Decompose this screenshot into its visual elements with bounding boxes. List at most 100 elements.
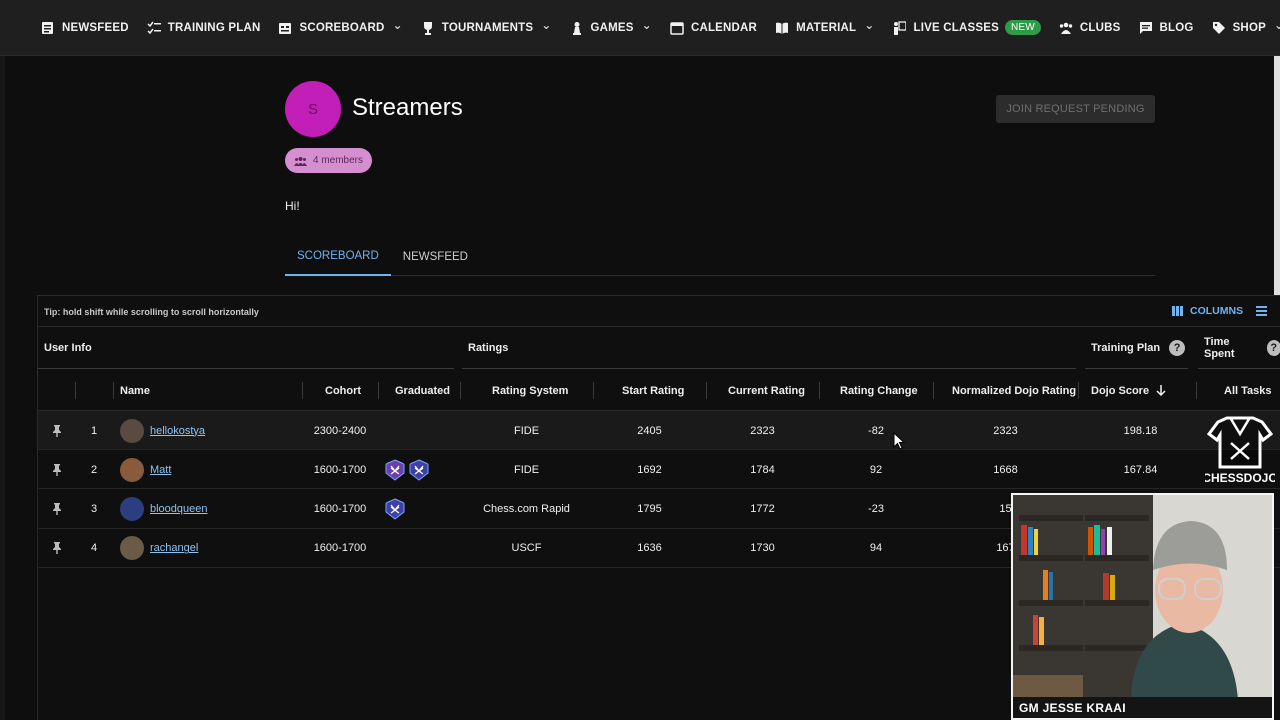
- user-link[interactable]: hellokostya: [150, 425, 205, 437]
- current-rating-cell: 1772: [750, 503, 775, 516]
- cohort-cell: 2300-2400: [313, 424, 367, 437]
- pin-cell[interactable]: [38, 411, 75, 450]
- user-link[interactable]: rachangel: [150, 542, 198, 554]
- book-icon: [776, 22, 789, 34]
- rating-change-cell: 94: [869, 542, 883, 555]
- columns-button[interactable]: COLUMNS: [1172, 305, 1243, 317]
- help-icon[interactable]: ?: [1266, 340, 1280, 356]
- header-graduated[interactable]: Graduated: [395, 370, 450, 411]
- cohort-cell: 1600-1700: [313, 463, 367, 476]
- group-ratings-label: Ratings: [468, 342, 509, 354]
- left-edge: [0, 56, 5, 720]
- newspaper-icon: [42, 21, 53, 34]
- user-link[interactable]: bloodqueen: [150, 503, 208, 515]
- nav-item-label: BLOG: [1159, 21, 1194, 34]
- rating-change-cell: 92: [869, 463, 883, 476]
- header-all-tasks[interactable]: All Tasks: [1224, 370, 1272, 411]
- nav-item-newsfeed[interactable]: NEWSFEED: [32, 0, 138, 56]
- graduation-badge-icon[interactable]: [384, 459, 406, 481]
- pin-cell[interactable]: [38, 450, 75, 489]
- nav-item-label: SCOREBOARD: [299, 21, 385, 34]
- columns-icon: [1172, 306, 1183, 316]
- start-rating-cell: 1795: [637, 503, 662, 516]
- nav-item-label: CLUBS: [1079, 21, 1121, 34]
- start-rating-cell: 1636: [637, 542, 662, 555]
- nav-item-blog[interactable]: BLOG: [1130, 0, 1203, 56]
- pin-icon[interactable]: [52, 424, 62, 437]
- rating-system-cell: FIDE: [513, 424, 540, 437]
- table-row[interactable]: 1 hellokostya 2300-2400 FIDE 2405 2323 -…: [38, 411, 1280, 450]
- pin-cell[interactable]: [38, 490, 75, 529]
- density-icon[interactable]: [1256, 306, 1267, 316]
- normalized-rating-cell: 1668: [993, 463, 1018, 476]
- avatar: [120, 418, 144, 443]
- watermark-text: CHESSDOJO: [1205, 471, 1275, 485]
- header-current-rating[interactable]: Current Rating: [728, 370, 805, 411]
- nav-item-label: CALENDAR: [690, 21, 758, 34]
- nav-item-label: TOURNAMENTS: [441, 21, 534, 34]
- dojo-score-cell: 167.84: [1123, 463, 1158, 476]
- current-rating-cell: 2323: [750, 424, 775, 437]
- graduation-badge-icon[interactable]: [384, 498, 406, 520]
- nav-item-clubs[interactable]: CLUBS: [1050, 0, 1130, 56]
- avatar: [120, 497, 144, 522]
- group-icon: [294, 156, 307, 166]
- normalized-rating-cell: 2323: [993, 424, 1018, 437]
- webcam-video: [1013, 495, 1272, 718]
- nav-item-calendar[interactable]: CALENDAR: [661, 0, 766, 56]
- top-navbar: NEWSFEED TRAINING PLAN SCOREBOARD ⌄ TOURNAME…: [0, 0, 1280, 56]
- header-rating-system[interactable]: Rating System: [492, 370, 568, 411]
- user-link[interactable]: Matt: [150, 464, 171, 476]
- header-name[interactable]: Name: [120, 370, 150, 411]
- group-time-spent: Time Spent?: [1198, 328, 1280, 369]
- join-request-button[interactable]: JOIN REQUEST PENDING: [996, 95, 1155, 123]
- rating-system-cell: FIDE: [513, 463, 540, 476]
- chat-icon: [1139, 21, 1152, 34]
- page-title: Streamers: [352, 94, 463, 121]
- nav-item-tournaments[interactable]: TOURNAMENTS ⌄: [412, 0, 561, 56]
- header-dojo-score-label: Dojo Score: [1091, 384, 1150, 397]
- pin-icon[interactable]: [52, 542, 62, 555]
- pin-cell[interactable]: [38, 529, 75, 568]
- name-cell: hellokostya: [120, 411, 300, 450]
- tab-scoreboard[interactable]: SCOREBOARD: [285, 238, 391, 276]
- name-cell: rachangel: [120, 529, 300, 568]
- nav-item-label: SHOP: [1232, 21, 1266, 34]
- nav-item-training-plan[interactable]: TRAINING PLAN: [138, 0, 270, 56]
- pin-icon[interactable]: [52, 503, 62, 516]
- pin-icon[interactable]: [52, 463, 62, 476]
- rank-cell: 4: [90, 542, 98, 555]
- tab-newsfeed[interactable]: NEWSFEED: [391, 238, 480, 276]
- members-chip[interactable]: 4 members: [285, 148, 373, 173]
- nav-item-scoreboard[interactable]: SCOREBOARD ⌄: [269, 0, 411, 56]
- group-training-plan: Training Plan?: [1085, 328, 1188, 369]
- nav-item-games[interactable]: GAMES ⌄: [561, 0, 661, 56]
- trophy-icon: [423, 21, 432, 35]
- avatar: [120, 457, 144, 482]
- nav-item-shop[interactable]: SHOP ⌄: [1203, 0, 1280, 56]
- nav-item-material[interactable]: MATERIAL ⌄: [766, 0, 883, 56]
- group-training-plan-label: Training Plan: [1091, 342, 1161, 354]
- header-dojo-score[interactable]: Dojo Score: [1091, 370, 1166, 411]
- group-user-info-label: User Info: [44, 342, 92, 354]
- start-rating-cell: 1692: [637, 463, 662, 476]
- calendar-icon: [670, 21, 684, 35]
- nav-item-live-classes[interactable]: LIVE CLASSES NEW: [883, 0, 1049, 56]
- presenter-icon: [894, 20, 907, 35]
- rating-change-cell: -23: [868, 503, 884, 516]
- header-cohort[interactable]: Cohort: [325, 370, 361, 411]
- header-normalized-rating[interactable]: Normalized Dojo Rating: [952, 370, 1076, 411]
- rank-cell: 1: [90, 424, 98, 437]
- new-badge: NEW: [1004, 20, 1041, 35]
- rating-system-cell: Chess.com Rapid: [483, 503, 570, 516]
- header-rating-change[interactable]: Rating Change: [840, 370, 918, 411]
- current-rating-cell: 1730: [750, 542, 775, 555]
- help-icon[interactable]: ?: [1169, 340, 1186, 356]
- graduated-cell: [384, 529, 460, 568]
- grid-toolbar: Tip: hold shift while scrolling to scrol…: [38, 296, 1280, 327]
- dojo-score-cell: 198.18: [1123, 424, 1158, 437]
- cohort-cell: 1600-1700: [313, 542, 367, 555]
- graduation-badge-icon[interactable]: [408, 459, 430, 481]
- table-row[interactable]: 2 Matt 1600-1700 FIDE 1692 1784 92 1668 …: [38, 450, 1280, 490]
- header-start-rating[interactable]: Start Rating: [622, 370, 684, 411]
